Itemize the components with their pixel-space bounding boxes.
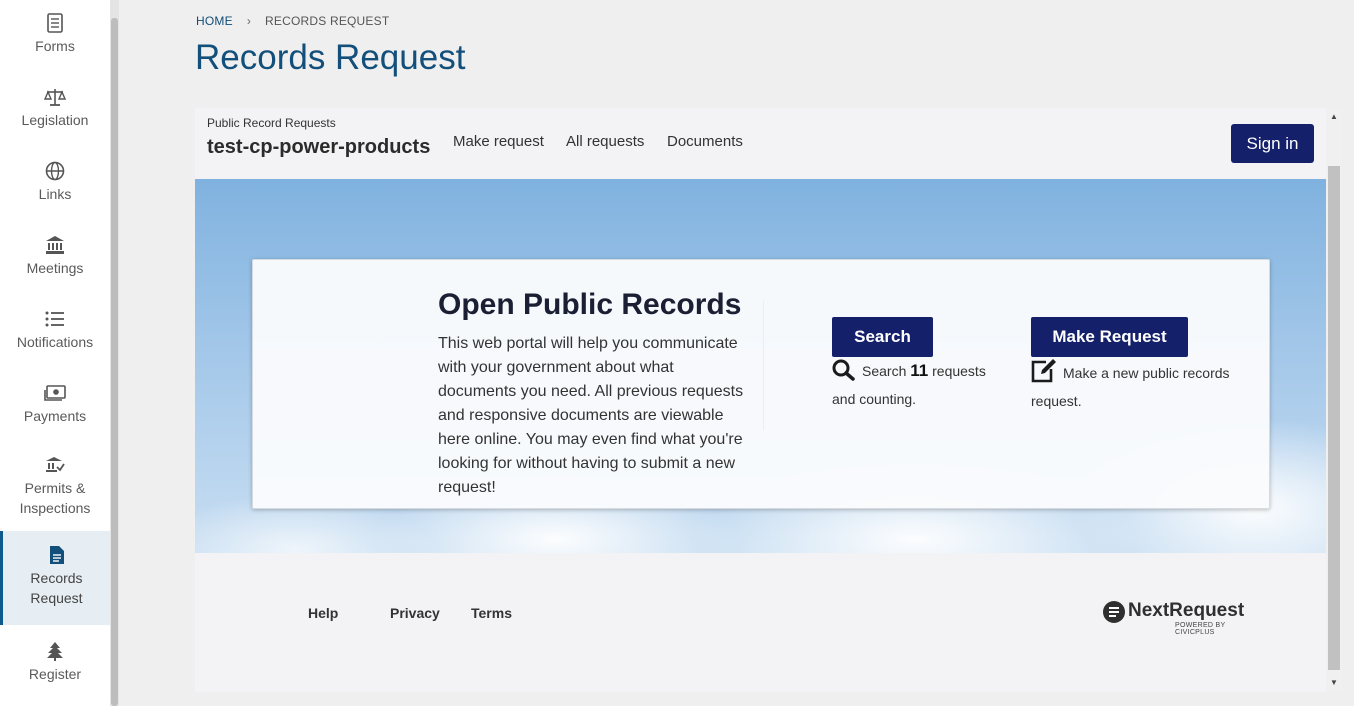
brand-name: NextRequest bbox=[1128, 600, 1245, 621]
search-caption-pre: Search bbox=[862, 363, 907, 379]
page-title: Records Request bbox=[195, 38, 466, 77]
nav-all-requests[interactable]: All requests bbox=[566, 133, 644, 150]
make-request-button[interactable]: Make Request bbox=[1031, 317, 1188, 357]
list-icon bbox=[44, 308, 66, 330]
sidebar-item-label: Legislation bbox=[21, 112, 89, 128]
scale-icon bbox=[44, 86, 66, 108]
sign-in-button[interactable]: Sign in bbox=[1231, 124, 1314, 163]
search-icon bbox=[832, 359, 856, 388]
request-caption-text: Make a new public records request. bbox=[1031, 365, 1230, 409]
sidebar-item-payments[interactable]: Payments bbox=[0, 382, 110, 444]
portal-header: Public Record Requests test-cp-power-pro… bbox=[195, 108, 1326, 179]
hero-description: This web portal will help you communicat… bbox=[438, 335, 744, 496]
portal-scrollbar[interactable]: ▲ ▼ bbox=[1326, 108, 1342, 692]
sidebar-item-label: Forms bbox=[35, 38, 75, 54]
sidebar-item-label: Records Request bbox=[30, 570, 83, 606]
brand-tagline: POWERED BY CIVICPLUS bbox=[1175, 622, 1226, 636]
scroll-down-icon[interactable]: ▼ bbox=[1329, 678, 1339, 688]
nav-make-request[interactable]: Make request bbox=[453, 133, 544, 150]
money-icon bbox=[44, 382, 66, 404]
hero-banner: Open Public Records This web portal will… bbox=[195, 179, 1326, 553]
sidebar: Forms Legislation Links Meetings Notific… bbox=[0, 0, 110, 706]
globe-icon bbox=[44, 160, 66, 182]
footer-help-link[interactable]: Help bbox=[308, 605, 338, 621]
portal-small-title: Public Record Requests bbox=[207, 116, 336, 130]
request-count: 11 bbox=[910, 361, 929, 380]
hero-card: Open Public Records This web portal will… bbox=[252, 259, 1270, 509]
sidebar-item-legislation[interactable]: Legislation bbox=[0, 86, 110, 148]
breadcrumb: HOME › RECORDS REQUEST bbox=[196, 14, 389, 28]
sidebar-item-notifications[interactable]: Notifications bbox=[0, 308, 110, 370]
form-icon bbox=[44, 12, 66, 34]
search-caption: Search 11 requests and counting. bbox=[832, 359, 1012, 411]
sidebar-item-label: Links bbox=[38, 186, 72, 202]
sidebar-item-label: Register bbox=[28, 666, 82, 682]
sidebar-item-label: Notifications bbox=[16, 334, 94, 350]
sidebar-scrollbar-thumb[interactable] bbox=[111, 18, 118, 706]
edit-icon bbox=[1031, 359, 1057, 390]
tree-icon bbox=[44, 640, 66, 662]
chevron-right-icon: › bbox=[246, 14, 252, 28]
sidebar-item-label: Meetings bbox=[26, 260, 84, 276]
nav-documents[interactable]: Documents bbox=[667, 133, 743, 150]
portal-footer: Help Privacy Terms NextRequest POWERED B… bbox=[195, 553, 1326, 692]
sidebar-item-records-request[interactable]: Records Request bbox=[0, 531, 110, 625]
search-button[interactable]: Search bbox=[832, 317, 933, 357]
breadcrumb-home-link[interactable]: HOME bbox=[196, 14, 233, 28]
footer-terms-link[interactable]: Terms bbox=[471, 605, 512, 621]
nextrequest-logo[interactable]: NextRequest POWERED BY CIVICPLUS bbox=[1103, 600, 1255, 636]
sidebar-item-permits[interactable]: Permits & Inspections bbox=[0, 454, 110, 520]
sidebar-item-meetings[interactable]: Meetings bbox=[0, 234, 110, 296]
scroll-up-icon[interactable]: ▲ bbox=[1329, 112, 1339, 122]
portal-site-name[interactable]: test-cp-power-products bbox=[207, 136, 430, 159]
sidebar-item-label: Permits & Inspections bbox=[19, 480, 91, 516]
sidebar-item-register[interactable]: Register bbox=[0, 640, 110, 702]
footer-privacy-link[interactable]: Privacy bbox=[390, 605, 440, 621]
sidebar-scrollbar[interactable] bbox=[110, 0, 119, 706]
permit-icon bbox=[44, 454, 66, 476]
bank-icon bbox=[44, 234, 66, 256]
document-icon bbox=[46, 544, 68, 566]
hero-title: Open Public Records bbox=[438, 288, 742, 321]
sidebar-item-forms[interactable]: Forms bbox=[0, 12, 110, 74]
breadcrumb-current: RECORDS REQUEST bbox=[265, 14, 390, 28]
card-divider bbox=[763, 300, 764, 430]
sidebar-item-links[interactable]: Links bbox=[0, 160, 110, 222]
request-caption: Make a new public records request. bbox=[1031, 359, 1246, 413]
portal-frame: Public Record Requests test-cp-power-pro… bbox=[195, 108, 1326, 692]
portal-scrollbar-thumb[interactable] bbox=[1328, 166, 1340, 670]
nextrequest-logo-mark bbox=[1103, 601, 1125, 623]
sidebar-item-label: Payments bbox=[23, 408, 87, 424]
